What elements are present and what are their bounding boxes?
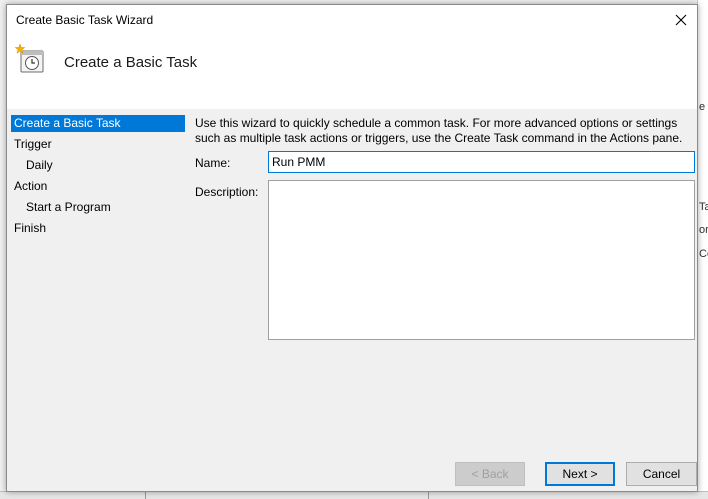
- task-scheduler-icon: [14, 43, 44, 73]
- intro-text: Use this wizard to quickly schedule a co…: [195, 116, 695, 146]
- create-basic-task-dialog: Create Basic Task Wizard Create a Basic …: [6, 4, 698, 492]
- cancel-button[interactable]: Cancel: [626, 462, 697, 486]
- title-bar: Create Basic Task Wizard: [7, 5, 697, 35]
- background-text: or: [699, 224, 708, 236]
- page-title: Create a Basic Task: [64, 54, 198, 71]
- background-text: Ta: [699, 201, 708, 213]
- name-field[interactable]: Run PMM: [268, 151, 695, 173]
- background-text: e: [699, 101, 706, 113]
- step-action[interactable]: Action: [11, 178, 185, 195]
- description-label: Description:: [195, 185, 259, 199]
- step-create-basic-task[interactable]: Create a Basic Task: [11, 115, 185, 132]
- back-button[interactable]: < Back: [455, 462, 525, 486]
- background-text: Co: [699, 248, 708, 260]
- name-label: Name:: [195, 156, 231, 170]
- step-start-a-program[interactable]: Start a Program: [11, 199, 185, 216]
- step-daily[interactable]: Daily: [11, 157, 185, 174]
- wizard-header: Create a Basic Task: [7, 35, 697, 109]
- next-button[interactable]: Next >: [545, 462, 615, 486]
- close-button[interactable]: [665, 5, 697, 35]
- description-field[interactable]: [268, 180, 695, 340]
- background-scroll-area: [0, 491, 708, 499]
- step-trigger[interactable]: Trigger: [11, 136, 185, 153]
- step-finish[interactable]: Finish: [11, 220, 185, 237]
- wizard-steps: Create a Basic Task Trigger Daily Action…: [7, 109, 187, 491]
- close-icon: [675, 14, 687, 26]
- intro-line: such as multiple task actions or trigger…: [195, 131, 683, 145]
- intro-line: Use this wizard to quickly schedule a co…: [195, 116, 678, 130]
- window-title: Create Basic Task Wizard: [16, 13, 154, 27]
